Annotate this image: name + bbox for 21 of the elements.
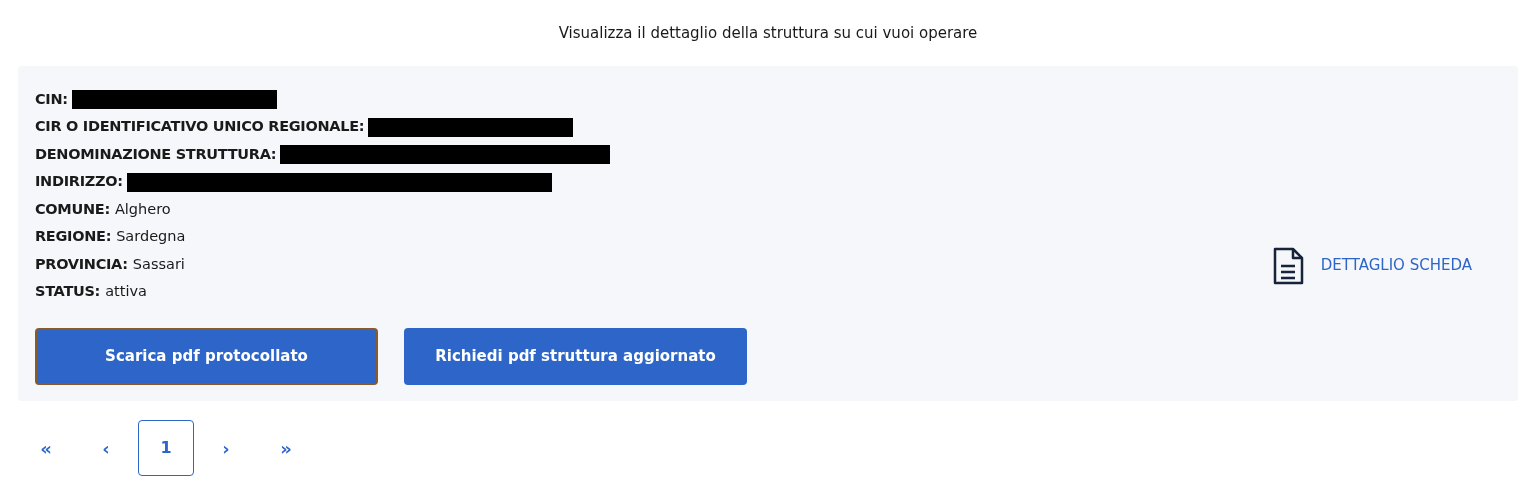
pdf-button[interactable]: Scarica pdf protocollato <box>35 328 378 385</box>
field-label: COMUNE: <box>35 199 110 219</box>
field-label: DENOMINAZIONE STRUTTURA: <box>35 144 277 164</box>
field-value: Alghero <box>114 199 171 219</box>
page-button[interactable]: 1 <box>138 420 194 476</box>
pdf-button[interactable]: Richiedi pdf struttura aggiornato <box>404 328 747 385</box>
field-label: STATUS: <box>35 282 101 302</box>
next-page-button[interactable]: › <box>198 420 254 476</box>
field-value: Sassari <box>132 254 185 274</box>
field-value: Sardegna <box>116 227 186 247</box>
field-value: attiva <box>105 282 147 302</box>
field-label: INDIRIZZO: <box>35 172 123 192</box>
field-label: REGIONE: <box>35 227 112 247</box>
detail-link[interactable]: DETTAGLIO SCHEDA <box>1270 245 1472 286</box>
page-heading: Visualizza il dettaglio della struttura su cui vuoi operare <box>558 24 978 42</box>
field-label: CIR O IDENTIFICATIVO UNICO REGIONALE: <box>35 117 365 137</box>
first-page-button[interactable]: « <box>18 420 74 476</box>
last-page-button[interactable]: » <box>258 420 314 476</box>
previous-page-button[interactable]: ‹ <box>78 420 134 476</box>
field-label: CIN: <box>35 89 68 109</box>
field-label: PROVINCIA: <box>35 254 128 274</box>
